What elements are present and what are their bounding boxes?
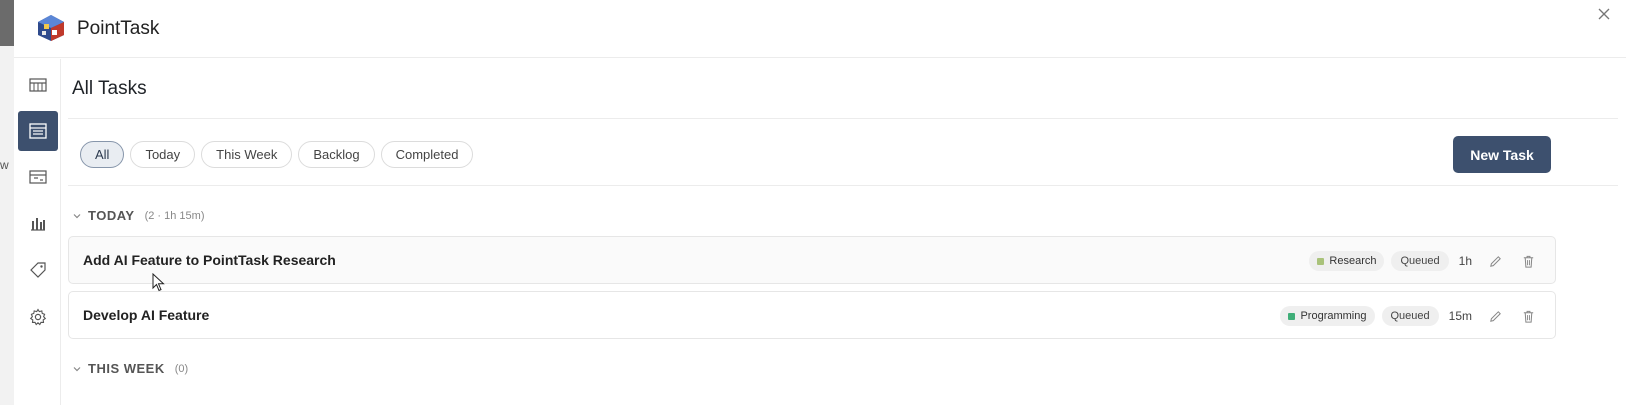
status-badge: Queued	[1381, 306, 1439, 326]
sidebar-item-task-list[interactable]	[18, 111, 58, 151]
page-title: All Tasks	[72, 78, 147, 99]
task-duration: 1h	[1458, 254, 1472, 268]
sidebar-item-settings[interactable]	[18, 297, 58, 337]
trash-icon	[1523, 255, 1533, 268]
board-icon	[29, 78, 47, 92]
app-window: PointTask All Tasks All Today This Week …	[14, 0, 1626, 405]
background-app-text: w	[0, 158, 9, 172]
pencil-icon	[1489, 310, 1501, 322]
divider	[68, 118, 1618, 119]
filter-all[interactable]: All	[80, 141, 125, 168]
main-content: All Tasks All Today This Week Backlog Co…	[62, 59, 1626, 405]
edit-button[interactable]	[1482, 248, 1508, 274]
filter-today[interactable]: Today	[130, 141, 196, 168]
calendar-icon	[29, 170, 47, 184]
sidebar-item-reports[interactable]	[18, 203, 58, 243]
task-title: Develop AI Feature	[83, 307, 210, 323]
filter-bar: All Today This Week Backlog Completed	[80, 141, 474, 168]
tag-color-dot	[1288, 312, 1296, 320]
section-label: THIS WEEK	[88, 361, 165, 376]
status-badge: Queued	[1391, 251, 1449, 271]
pointtask-logo-icon	[38, 15, 64, 41]
app-title: PointTask	[77, 18, 160, 39]
section-meta: (0)	[174, 362, 189, 375]
divider	[68, 185, 1618, 186]
sidebar-item-tags[interactable]	[18, 250, 58, 290]
task-title: Add AI Feature to PointTask Research	[83, 252, 336, 268]
trash-icon	[1523, 310, 1533, 323]
task-row[interactable]: Develop AI Feature Programming Queued 15…	[68, 291, 1556, 339]
edit-button[interactable]	[1482, 303, 1508, 329]
bar-chart-icon	[31, 218, 45, 231]
section-header-today[interactable]: TODAY (2 · 1h 15m)	[72, 208, 205, 223]
task-row[interactable]: Add AI Feature to PointTask Research Res…	[68, 236, 1556, 284]
background-app-header	[0, 0, 14, 46]
background-app-edge: w	[0, 0, 14, 405]
title-bar: PointTask	[14, 0, 1626, 58]
tag-label: Programming	[1300, 310, 1367, 322]
filter-backlog[interactable]: Backlog	[298, 141, 375, 168]
tag-label: Research	[1329, 255, 1377, 267]
tag-icon	[30, 262, 46, 278]
new-task-button[interactable]: New Task	[1453, 136, 1551, 173]
tag-badge: Research	[1309, 251, 1385, 271]
sidebar-item-calendar[interactable]	[18, 157, 58, 197]
tag-color-dot	[1317, 257, 1325, 265]
task-meta: Research Queued 1h	[1309, 248, 1541, 274]
section-header-this-week[interactable]: THIS WEEK (0)	[72, 361, 188, 376]
task-list-icon	[29, 123, 47, 139]
close-icon[interactable]	[1594, 2, 1616, 24]
tag-badge: Programming	[1280, 306, 1375, 326]
task-meta: Programming Queued 15m	[1280, 303, 1541, 329]
section-meta: (2 · 1h 15m)	[144, 209, 205, 222]
delete-button[interactable]	[1515, 303, 1541, 329]
filter-this-week[interactable]: This Week	[201, 141, 293, 168]
chevron-down-icon	[73, 366, 81, 371]
sidebar-nav	[14, 59, 61, 405]
sidebar-item-board[interactable]	[18, 65, 58, 105]
task-duration: 15m	[1448, 309, 1472, 323]
pencil-icon	[1489, 255, 1501, 267]
gear-icon	[29, 308, 47, 326]
chevron-down-icon	[73, 213, 81, 218]
section-label: TODAY	[88, 208, 135, 223]
filter-completed[interactable]: Completed	[380, 141, 474, 168]
delete-button[interactable]	[1515, 248, 1541, 274]
